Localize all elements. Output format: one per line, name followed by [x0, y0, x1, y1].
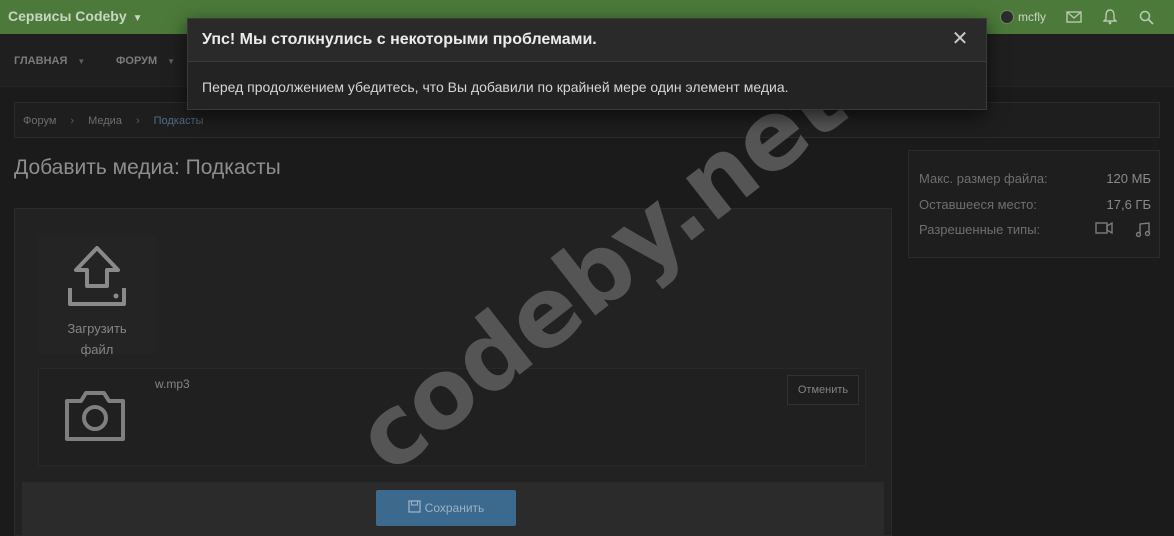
nav-item-home[interactable]: ГЛАВНАЯ ▼ — [14, 55, 85, 67]
max-size-value: 120 МБ — [1106, 171, 1151, 186]
chevron-down-icon: ▼ — [77, 57, 86, 66]
types-label: Разрешенные типы: — [919, 222, 1041, 237]
nav-item-label: ГЛАВНАЯ — [14, 55, 68, 67]
username[interactable]: mcfly — [1018, 10, 1046, 24]
space-label: Оставшееся место: — [919, 197, 1037, 212]
camera-icon — [65, 391, 125, 441]
search-icon[interactable] — [1138, 9, 1154, 25]
upload-icon — [68, 246, 126, 306]
breadcrumb-item-podcasts[interactable]: Подкасты — [154, 115, 204, 127]
breadcrumb-item-media[interactable]: Медиа — [88, 115, 122, 127]
envelope-icon[interactable] — [1066, 9, 1082, 25]
upload-info-panel: Макс. размер файла: 120 МБ Оставшееся ме… — [908, 150, 1160, 258]
nav-item-forum[interactable]: ФОРУМ ▼ — [116, 55, 175, 67]
dialog-header: Упс! Мы столкнулись с некоторыми проблем… — [188, 19, 986, 62]
dialog-title: Упс! Мы столкнулись с некоторыми проблем… — [202, 31, 597, 48]
brand-label: Сервисы Codeby — [8, 8, 127, 24]
chevron-right-icon: › — [135, 115, 140, 127]
brand-menu[interactable]: Сервисы Codeby ▼ — [8, 8, 143, 24]
chevron-down-icon: ▼ — [132, 13, 143, 24]
page-title: Добавить медиа: Подкасты — [14, 156, 281, 179]
chevron-down-icon: ▼ — [167, 57, 176, 66]
cancel-button[interactable]: Отменить — [787, 375, 859, 405]
upload-file-button[interactable]: Загрузить файл — [38, 236, 156, 357]
file-name: w.mp3 — [155, 377, 190, 391]
form-footer: Сохранить — [22, 482, 884, 536]
save-button[interactable]: Сохранить — [376, 490, 516, 526]
bell-icon[interactable] — [1102, 9, 1118, 25]
upload-label-line2: файл — [80, 342, 114, 357]
upload-label-line1: Загрузить — [67, 321, 127, 336]
max-size-label: Макс. размер файла: — [919, 171, 1048, 186]
nav-item-label: ФОРУМ — [116, 55, 158, 67]
save-label: Сохранить — [424, 501, 485, 515]
music-icon — [1135, 222, 1151, 238]
space-value: 17,6 ГБ — [1106, 197, 1151, 212]
dialog-message: Перед продолжением убедитесь, что Вы доб… — [202, 79, 789, 95]
file-row: w.mp3 Отменить — [38, 368, 866, 466]
video-icon — [1095, 222, 1113, 234]
avatar[interactable] — [1000, 10, 1014, 24]
save-icon — [408, 500, 421, 516]
chevron-right-icon: › — [70, 115, 75, 127]
error-dialog: Упс! Мы столкнулись с некоторыми проблем… — [187, 18, 987, 110]
breadcrumb-item-forum[interactable]: Форум — [23, 115, 56, 127]
user-area: mcfly — [1000, 0, 1174, 34]
close-icon[interactable]: ✕ — [950, 28, 970, 50]
